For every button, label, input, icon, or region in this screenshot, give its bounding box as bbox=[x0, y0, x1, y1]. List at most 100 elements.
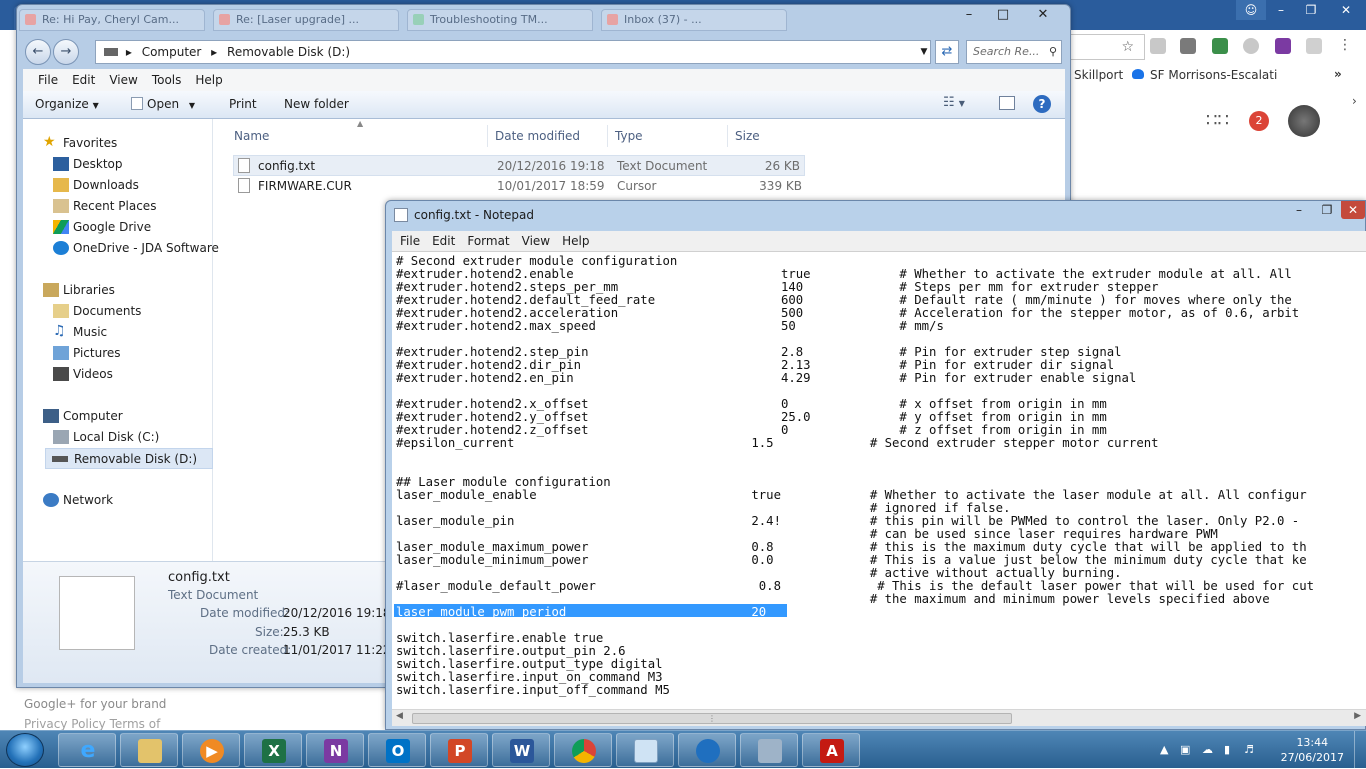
menu-help[interactable]: Help bbox=[556, 231, 595, 251]
signal-icon[interactable]: ▮ bbox=[1224, 743, 1230, 756]
column-size[interactable]: Size bbox=[735, 129, 760, 143]
notifications-badge[interactable]: 2 bbox=[1249, 111, 1269, 131]
nav-libraries[interactable]: Libraries bbox=[23, 280, 213, 301]
chrome-omnibox[interactable]: ☆ bbox=[1060, 34, 1145, 60]
onenote-icon[interactable]: N bbox=[306, 733, 364, 767]
network-status-icon[interactable]: ▣ bbox=[1180, 743, 1190, 756]
menu-tools[interactable]: Tools bbox=[145, 69, 189, 91]
notepad-icon[interactable] bbox=[616, 733, 674, 767]
minimize-button[interactable]: – bbox=[952, 5, 986, 25]
menu-view[interactable]: View bbox=[102, 69, 144, 91]
breadcrumb-computer[interactable]: Computer bbox=[142, 45, 202, 59]
show-desktop-button[interactable] bbox=[1354, 731, 1366, 769]
nav-recent-places[interactable]: Recent Places bbox=[23, 196, 213, 217]
scroll-right-icon[interactable]: ▶ bbox=[1354, 711, 1361, 721]
menu-edit[interactable]: Edit bbox=[65, 69, 102, 91]
new-folder-button[interactable]: New folder bbox=[284, 97, 349, 111]
bookmark-sf-morrisons[interactable]: SF Morrisons-Escalati bbox=[1150, 68, 1277, 82]
tray-expand-icon[interactable]: ▲ bbox=[1160, 743, 1168, 756]
menu-file[interactable]: File bbox=[31, 69, 65, 91]
back-button[interactable]: ← bbox=[25, 39, 51, 65]
breadcrumb-removable-disk[interactable]: Removable Disk (D:) bbox=[227, 45, 350, 59]
chevron-down-icon[interactable]: ▼ bbox=[917, 40, 931, 64]
avatar[interactable] bbox=[1288, 105, 1320, 137]
forward-button[interactable]: → bbox=[53, 39, 79, 65]
internet-explorer-icon[interactable]: e bbox=[58, 733, 116, 767]
maximize-button[interactable]: □ bbox=[986, 5, 1020, 25]
search-input[interactable]: Search Re... ⚲ bbox=[966, 40, 1062, 64]
close-button[interactable]: ✕ bbox=[1341, 201, 1365, 219]
menu-view[interactable]: View bbox=[516, 231, 556, 251]
menu-icon[interactable]: ⋮ bbox=[1338, 38, 1354, 54]
restore-button[interactable]: ❐ bbox=[1296, 0, 1326, 20]
minimize-button[interactable]: – bbox=[1285, 201, 1313, 219]
nav-removable-disk[interactable]: Removable Disk (D:) bbox=[45, 448, 213, 469]
open-button[interactable]: Open ▼ bbox=[131, 97, 195, 111]
menu-file[interactable]: File bbox=[394, 231, 426, 251]
minimize-button[interactable]: – bbox=[1266, 0, 1296, 20]
skype-icon[interactable] bbox=[1243, 38, 1259, 54]
adobe-reader-icon[interactable]: A bbox=[802, 733, 860, 767]
preview-pane-icon[interactable] bbox=[999, 96, 1015, 110]
table-row[interactable]: config.txt 20/12/2016 19:18 Text Documen… bbox=[233, 155, 805, 176]
menu-edit[interactable]: Edit bbox=[426, 231, 461, 251]
nav-downloads[interactable]: Downloads bbox=[23, 175, 213, 196]
extension-icon[interactable] bbox=[1150, 38, 1166, 54]
refresh-icon[interactable]: ⇄ bbox=[935, 40, 959, 64]
table-row[interactable]: FIRMWARE.CUR 10/01/2017 18:59 Cursor 339… bbox=[233, 176, 805, 197]
print-button[interactable]: Print bbox=[229, 97, 257, 111]
star-icon[interactable]: ☆ bbox=[1121, 39, 1134, 55]
column-date-modified[interactable]: Date modified bbox=[495, 129, 580, 143]
search-icon[interactable]: ⚲ bbox=[1049, 45, 1057, 58]
calculator-icon[interactable] bbox=[740, 733, 798, 767]
nav-local-disk[interactable]: Local Disk (C:) bbox=[23, 427, 213, 448]
chrome-icon[interactable] bbox=[554, 733, 612, 767]
nav-google-drive[interactable]: Google Drive bbox=[23, 217, 213, 238]
column-name[interactable]: Name bbox=[234, 129, 269, 143]
cloud-icon[interactable]: ☁ bbox=[1202, 743, 1213, 756]
remote-desktop-icon[interactable] bbox=[678, 733, 736, 767]
scroll-left-icon[interactable]: ◀ bbox=[396, 711, 403, 721]
file-explorer-icon[interactable] bbox=[120, 733, 178, 767]
menu-format[interactable]: Format bbox=[461, 231, 515, 251]
start-button[interactable] bbox=[6, 733, 44, 767]
apps-grid-icon[interactable]: ∷∷ bbox=[1206, 110, 1229, 131]
extension-icon[interactable] bbox=[1180, 38, 1196, 54]
scrollbar-thumb[interactable]: ⋮ bbox=[412, 713, 1012, 724]
nav-network[interactable]: Network bbox=[23, 490, 213, 511]
nav-favorites[interactable]: ★ Favorites bbox=[23, 133, 213, 154]
media-player-icon[interactable]: ▶ bbox=[182, 733, 240, 767]
nav-documents[interactable]: Documents bbox=[23, 301, 213, 322]
footer-brand-link[interactable]: Google+ for your brand bbox=[24, 697, 166, 711]
text-editor[interactable]: # Second extruder module configuration #e… bbox=[392, 251, 1366, 709]
volume-icon[interactable]: ♬ bbox=[1244, 743, 1254, 756]
onenote-icon[interactable] bbox=[1275, 38, 1291, 54]
breadcrumb[interactable]: ▸ Computer ▸ Removable Disk (D:) bbox=[95, 40, 931, 64]
user-icon[interactable]: ☺ bbox=[1236, 0, 1266, 20]
horizontal-scrollbar[interactable]: ◀ ⋮ ▶ bbox=[392, 709, 1366, 726]
excel-icon[interactable]: X bbox=[244, 733, 302, 767]
extension-icon[interactable] bbox=[1306, 38, 1322, 54]
powerpoint-icon[interactable]: P bbox=[430, 733, 488, 767]
organize-button[interactable]: Organize ▼ bbox=[35, 97, 99, 111]
clock[interactable]: 13:44 27/06/2017 bbox=[1281, 735, 1344, 765]
nav-pictures[interactable]: Pictures bbox=[23, 343, 213, 364]
column-type[interactable]: Type bbox=[615, 129, 643, 143]
outlook-icon[interactable]: O bbox=[368, 733, 426, 767]
nav-desktop[interactable]: Desktop bbox=[23, 154, 213, 175]
photos-icon[interactable] bbox=[1212, 38, 1228, 54]
bookmarks-more-button[interactable]: » bbox=[1334, 67, 1342, 81]
close-button[interactable]: ✕ bbox=[1020, 5, 1066, 25]
nav-music[interactable]: ♫ Music bbox=[23, 322, 213, 343]
word-icon[interactable]: W bbox=[492, 733, 550, 767]
footer-links[interactable]: Privacy Policy Terms of bbox=[24, 717, 166, 731]
view-options-icon[interactable]: ☷ ▼ bbox=[943, 95, 965, 110]
help-icon[interactable]: ? bbox=[1033, 95, 1051, 113]
close-button[interactable]: ✕ bbox=[1326, 0, 1366, 20]
menu-help[interactable]: Help bbox=[188, 69, 229, 91]
bookmark-skillport[interactable]: Skillport bbox=[1074, 68, 1123, 82]
nav-computer[interactable]: Computer bbox=[23, 406, 213, 427]
restore-button[interactable]: ❐ bbox=[1313, 201, 1341, 219]
nav-videos[interactable]: Videos bbox=[23, 364, 213, 385]
nav-onedrive[interactable]: OneDrive - JDA Software bbox=[23, 238, 219, 259]
